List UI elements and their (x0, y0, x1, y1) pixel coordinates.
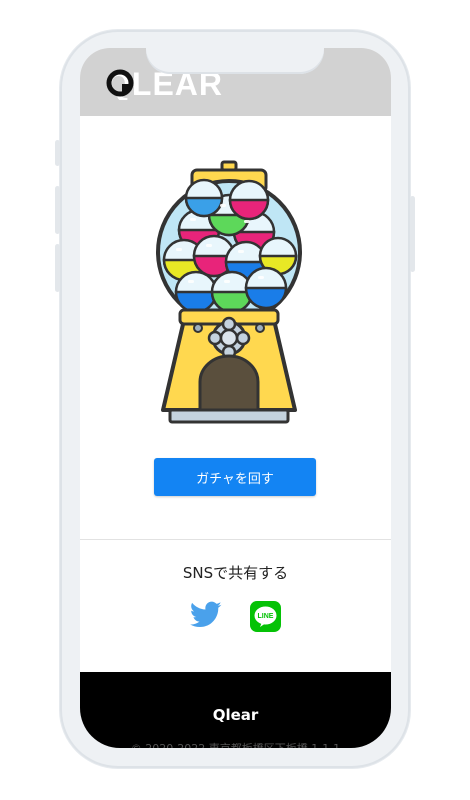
line-icon-text: LINE (258, 613, 274, 620)
twitter-icon[interactable] (190, 601, 222, 629)
gacha-machine-icon (156, 160, 302, 424)
site-footer: Qlear © 2020-2022 東京都板橋区下板橋 1-1-1 (80, 672, 391, 748)
line-icon[interactable]: LINE (250, 601, 281, 632)
phone-notch (146, 32, 324, 74)
share-title: SNSで共有する (182, 564, 289, 582)
footer-copyright: © 2020-2022 東京都板橋区下板橋 1-1-1 (80, 740, 391, 748)
phone-volume-up (55, 186, 60, 234)
spin-gacha-button[interactable]: ガチャを回す (154, 458, 316, 496)
footer-title: Qlear (212, 706, 259, 724)
phone-volume-down (55, 244, 60, 292)
phone-mute-switch (55, 140, 60, 166)
screen: QLEAR ガチャを回す SNSで共有する LINE Qlear (80, 48, 391, 748)
section-divider (80, 539, 391, 540)
phone-power-button (410, 196, 415, 272)
